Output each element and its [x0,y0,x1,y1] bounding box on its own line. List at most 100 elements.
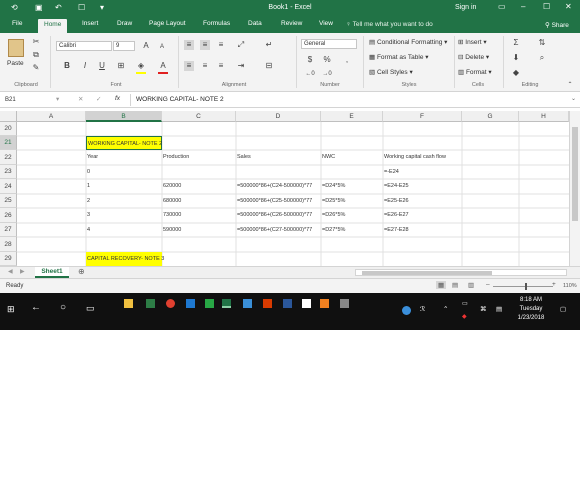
highlighted-cell[interactable]: WORKING CAPITAL- NOTE 2 [86,136,162,150]
highlighted-cell[interactable]: CAPITAL RECOVERY- NOTE 3 [86,252,164,266]
row-header[interactable]: 28 [0,237,17,252]
decrease-decimal-icon[interactable]: →0 [322,69,332,79]
zoom-out-icon[interactable]: – [486,281,490,288]
app-icon-3[interactable] [320,299,329,308]
cell[interactable]: Year [86,150,98,165]
file-explorer-icon[interactable] [124,299,133,308]
clock[interactable]: 8:18 AM Tuesday 1/23/2018 [510,296,552,323]
row-header[interactable]: 25 [0,194,17,208]
column-header-e[interactable]: E [321,111,383,122]
format-cells-button[interactable]: ▥ Format ▾ [458,68,492,76]
action-center-icon[interactable]: ▢ [560,305,566,313]
row-header[interactable]: 24 [0,179,17,194]
zoom-in-icon[interactable]: + [552,281,556,288]
fill-icon[interactable]: ⬇ [511,53,521,63]
cell[interactable] [86,122,87,136]
cell[interactable]: =D26*5% [321,208,345,223]
font-size-dropdown[interactable]: 9 [113,41,135,51]
cell[interactable]: =D27*5% [321,223,345,237]
antivirus-icon[interactable]: ◆ [462,313,467,320]
next-sheet-icon[interactable]: ▶ [20,268,25,275]
paste-icon[interactable] [8,39,24,57]
cell[interactable]: NWC [321,150,335,165]
tab-view[interactable]: View [319,20,333,27]
cell[interactable] [462,223,463,237]
cell[interactable] [236,252,237,266]
name-box[interactable]: B21 [2,95,52,105]
back-arrow-icon[interactable]: ← [31,302,41,313]
align-middle-icon[interactable]: ≡ [200,40,210,50]
windows-start-icon[interactable]: ⊞ [7,304,15,315]
add-sheet-icon[interactable]: ⊕ [78,267,85,276]
page-break-view-icon[interactable]: ▥ [468,281,474,289]
tab-review[interactable]: Review [281,20,302,27]
app-icon-4[interactable] [340,299,349,308]
currency-icon[interactable]: $ [305,55,315,65]
align-top-icon[interactable]: ≡ [184,40,194,50]
cell[interactable]: =-E24 [383,165,399,179]
cancel-entry-icon[interactable]: ✕ [78,95,83,103]
tab-home[interactable]: Home [38,19,68,33]
show-hidden-icons[interactable]: ⌃ [443,305,448,313]
app-icon-2[interactable] [243,299,252,308]
powerpoint-icon[interactable] [263,299,272,308]
cell[interactable]: 590000 [162,223,181,237]
row-header[interactable]: 23 [0,165,17,179]
cell[interactable] [86,237,87,252]
column-header-d[interactable]: D [236,111,321,122]
word-icon[interactable] [283,299,292,308]
cell[interactable] [383,136,384,150]
find-select-icon[interactable]: ⌕ [537,53,547,63]
column-header-f[interactable]: F [383,111,462,122]
tab-formulas[interactable]: Formulas [203,20,230,27]
mail-icon[interactable] [302,299,311,308]
cell[interactable]: Sales [236,150,251,165]
enter-entry-icon[interactable]: ✓ [96,95,101,103]
close-icon[interactable]: ✕ [565,2,572,11]
align-left-icon[interactable]: ≡ [184,61,194,71]
cell[interactable] [236,237,237,252]
cell[interactable]: 4 [86,223,90,237]
task-view-icon[interactable]: ▭ [86,303,95,314]
cell[interactable] [462,165,463,179]
expand-formula-bar-icon[interactable]: ⌄ [571,95,576,102]
tab-draw[interactable]: Draw [117,20,132,27]
row-header[interactable]: 27 [0,223,17,237]
paste-button[interactable]: Paste [7,60,24,67]
cell[interactable] [321,122,322,136]
cell[interactable] [462,194,463,208]
italic-icon[interactable]: I [80,61,90,71]
autosum-icon[interactable]: Σ [511,38,521,48]
cell[interactable] [383,122,384,136]
indent-icon[interactable]: ⇥ [236,61,246,71]
cell[interactable]: =E24-E25 [383,179,409,194]
name-box-dropdown-icon[interactable]: ▾ [56,95,59,103]
cell[interactable] [162,165,163,179]
percent-icon[interactable]: % [322,55,332,65]
cell[interactable]: 3 [86,208,90,223]
keyboard-icon[interactable]: ▤ [496,305,502,313]
sort-filter-icon[interactable]: ⇅ [537,38,547,48]
cut-icon[interactable]: ✂ [31,37,41,47]
comma-style-icon[interactable]: , [342,55,352,65]
cell[interactable] [462,252,463,266]
cell[interactable]: =500000*86+(C27-500000)*77 [236,223,312,237]
merge-center-icon[interactable]: ⊟ [264,61,274,71]
cell[interactable]: 2 [86,194,90,208]
fill-color-icon[interactable]: ◈ [136,61,146,71]
network-icon[interactable]: ⌘ [480,305,487,313]
row-header[interactable]: 29 [0,252,17,266]
app-icon[interactable] [205,299,214,308]
tab-file[interactable]: File [12,20,22,27]
excel-taskbar-icon[interactable] [222,299,231,308]
cell[interactable] [462,122,463,136]
cell[interactable] [162,252,163,266]
format-as-table-button[interactable]: ▦ Format as Table ▾ [369,53,429,61]
tab-page-layout[interactable]: Page Layout [149,20,186,27]
cell[interactable] [383,237,384,252]
borders-icon[interactable]: ⊞ [116,61,126,71]
cell[interactable]: 730000 [162,208,181,223]
cell[interactable] [462,208,463,223]
share-button[interactable]: ⚲ Share [545,21,569,29]
column-header-g[interactable]: G [462,111,519,122]
